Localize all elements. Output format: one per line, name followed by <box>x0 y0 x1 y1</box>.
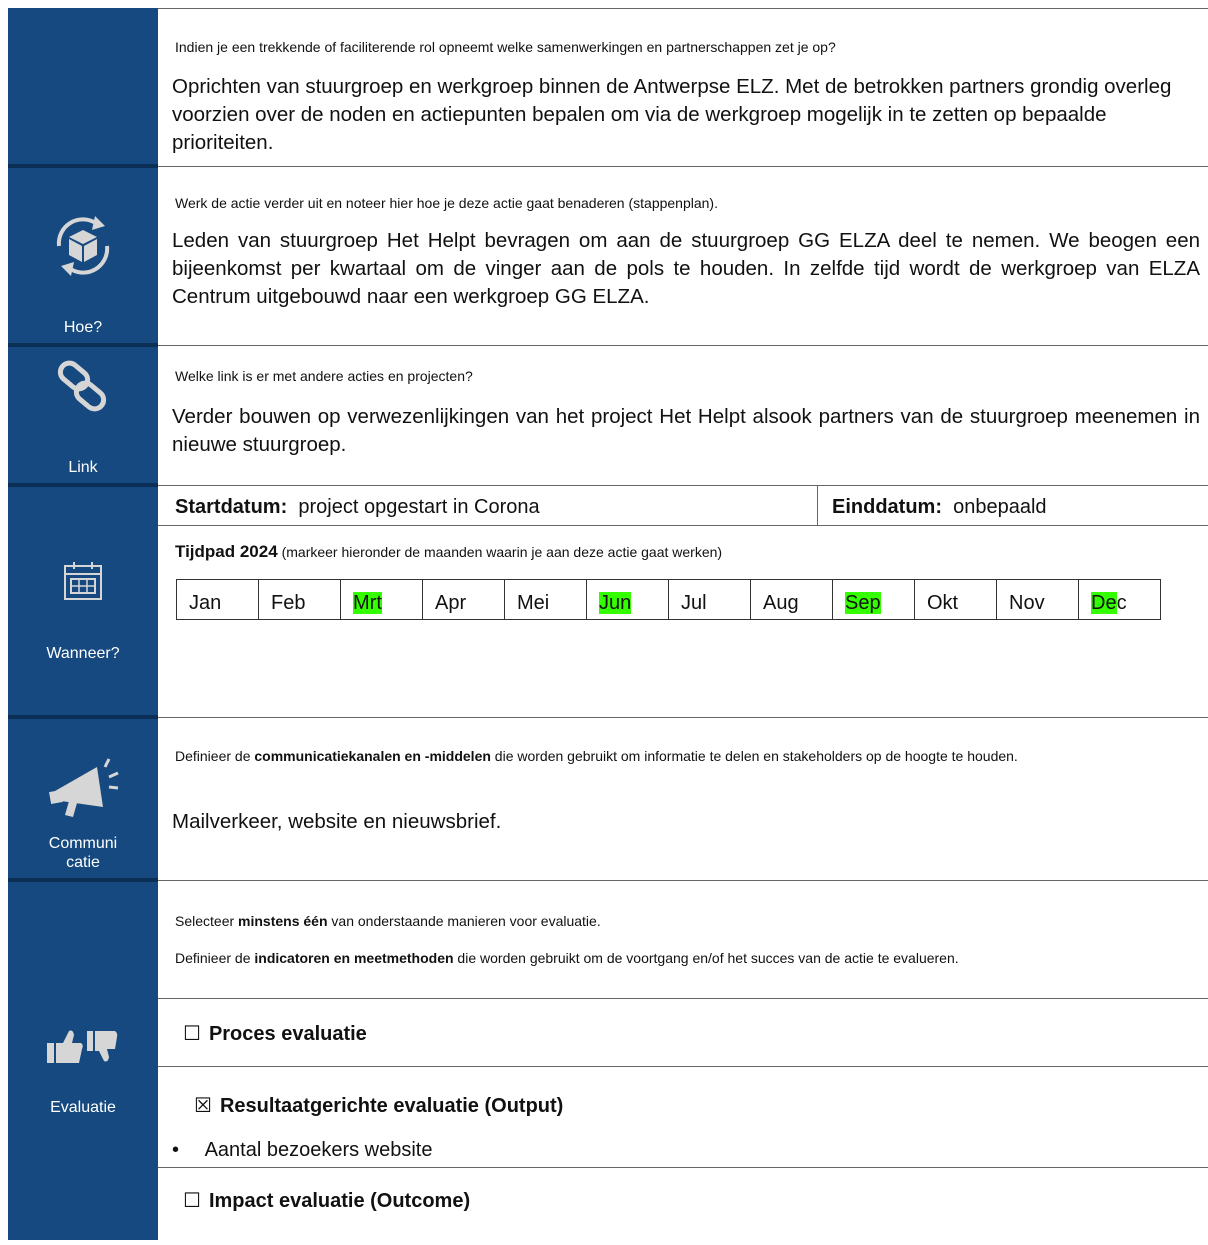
month-label: Sep <box>845 592 881 614</box>
sidebar-cell-communicatie: Communicatie <box>8 717 158 880</box>
eval-q1-bold: minstens één <box>238 913 328 929</box>
samenwerking-question: Indien je een trekkende of faciliterende… <box>175 39 836 55</box>
tijdpad-note: (markeer hieronder de maanden waarin je … <box>281 544 723 560</box>
month-cell: Aug <box>750 579 833 620</box>
month-cell: Jun <box>586 579 669 620</box>
wanneer-cell: Startdatum: project opgestart in Corona … <box>158 485 1208 717</box>
communicatie-question-bold: communicatiekanalen en -middelen <box>254 748 491 764</box>
month-label: Nov <box>1009 592 1045 614</box>
link-label: Link <box>68 459 98 476</box>
sidebar-cell-link: Link <box>8 345 158 485</box>
evaluatie-label: Evaluatie <box>50 1099 116 1116</box>
action-form: Indien je een trekkende of faciliterende… <box>8 8 1208 1240</box>
evaluatie-question-2: Definieer de indicatoren en meetmethoden… <box>175 949 1200 968</box>
month-label: Mei <box>517 592 550 614</box>
einddatum-field: Einddatum: onbepaald <box>818 486 1208 526</box>
month-label-dec-highlight: De <box>1091 592 1117 614</box>
month-label: Jun <box>599 592 632 614</box>
einddatum-label: Einddatum: <box>832 496 942 518</box>
communicatie-question-post: die worden gebruikt om informatie te del… <box>490 748 1018 764</box>
hoe-question: Werk de actie verder uit en noteer hier … <box>175 195 718 211</box>
wanneer-label: Wanneer? <box>46 645 120 662</box>
samenwerking-answer: Oprichten van stuurgroep en werkgroep bi… <box>172 75 1172 154</box>
bullet-item: • Aantal bezoekers website <box>158 1135 1208 1167</box>
link-answer: Verder bouwen op verwezenlijkingen van h… <box>172 405 1200 456</box>
box-cycle-icon <box>8 208 158 289</box>
months-table: Jan Feb Mrt Apr Mei Jun Jul Aug Sep Okt … <box>176 579 1161 620</box>
checkbox-icon-unchecked[interactable]: ☐ <box>183 1021 201 1046</box>
samenwerking-cell: Indien je een trekkende of faciliterende… <box>158 8 1208 166</box>
eval-q2-bold: indicatoren en meetmethoden <box>254 950 454 966</box>
month-cell: Jul <box>668 579 751 620</box>
month-cell: Jan <box>176 579 259 620</box>
month-cell: Dec <box>1078 579 1161 620</box>
tijdpad-heading: Tijdpad 2024 (markeer hieronder de maand… <box>175 542 722 562</box>
month-label: Jul <box>681 592 707 614</box>
hoe-answer: Leden van stuurgroep Het Helpt bevragen … <box>172 229 1200 308</box>
eval-q2-post: die worden gebruikt om de voortgang en/o… <box>453 950 959 966</box>
bullet-text: Aantal bezoekers website <box>204 1139 433 1161</box>
hoe-cell: Werk de actie verder uit en noteer hier … <box>158 166 1208 345</box>
option-resultaat-label: Resultaatgerichte evaluatie (Output) <box>219 1095 564 1117</box>
link-question: Welke link is er met andere acties en pr… <box>175 368 473 384</box>
startdatum-field: Startdatum: project opgestart in Corona <box>158 486 818 526</box>
month-label: Mrt <box>353 592 382 614</box>
month-label-dec-rest: c <box>1116 592 1127 614</box>
sidebar-cell-wanneer: Wanneer? <box>8 485 158 717</box>
option-impact-label: Impact evaluatie (Outcome) <box>208 1190 471 1212</box>
checkbox-icon-unchecked[interactable]: ☐ <box>183 1188 201 1213</box>
eval-q2-pre: Definieer de <box>175 950 255 966</box>
eval-q1-post: van onderstaande manieren voor evaluatie… <box>327 913 601 929</box>
option-proces[interactable]: ☐ Proces evaluatie <box>158 998 1208 1067</box>
communicatie-label: Communicatie <box>48 835 118 871</box>
month-cell: Okt <box>914 579 997 620</box>
sidebar-cell-hoe: Hoe? <box>8 166 158 345</box>
tijdpad-label: Tijdpad 2024 <box>175 542 278 561</box>
month-label: Aug <box>763 592 799 614</box>
month-cell: Sep <box>832 579 915 620</box>
sidebar-cell-samenwerking <box>8 8 158 166</box>
communicatie-answer: Mailverkeer, website en nieuwsbrief. <box>172 810 502 833</box>
communicatie-question-pre: Definieer de <box>175 748 255 764</box>
communicatie-cell: Definieer de communicatiekanalen en -mid… <box>158 717 1208 880</box>
megaphone-icon <box>8 753 158 828</box>
evaluatie-question-1: Selecteer minstens één van onderstaande … <box>175 913 601 929</box>
calendar-icon <box>8 559 158 608</box>
einddatum-value: onbepaald <box>953 496 1047 518</box>
month-cell: Nov <box>996 579 1079 620</box>
bullet-icon: • <box>172 1139 180 1161</box>
startdatum-label: Startdatum: <box>175 496 288 518</box>
month-label: Okt <box>927 592 959 614</box>
eval-q1-pre: Selecteer <box>175 913 239 929</box>
option-resultaat[interactable]: ☒ Resultaatgerichte evaluatie (Output) <box>158 1066 1208 1136</box>
chain-link-icon <box>8 357 158 422</box>
hoe-label: Hoe? <box>63 319 103 336</box>
month-cell: Feb <box>258 579 341 620</box>
month-cell: Apr <box>422 579 505 620</box>
month-label: Feb <box>271 592 306 614</box>
month-cell: Mrt <box>340 579 423 620</box>
month-cell: Mei <box>504 579 587 620</box>
evaluatie-cell: Selecteer minstens één van onderstaande … <box>158 880 1208 1240</box>
link-cell: Welke link is er met andere acties en pr… <box>158 345 1208 485</box>
option-proces-label: Proces evaluatie <box>208 1023 367 1045</box>
month-label: Jan <box>189 592 222 614</box>
month-label: Apr <box>435 592 467 614</box>
communicatie-question: Definieer de communicatiekanalen en -mid… <box>175 746 1200 766</box>
sidebar-cell-evaluatie: Evaluatie <box>8 880 158 1240</box>
option-impact[interactable]: ☐ Impact evaluatie (Outcome) <box>158 1167 1208 1242</box>
startdatum-value: project opgestart in Corona <box>298 496 540 518</box>
checkbox-icon-checked[interactable]: ☒ <box>194 1093 212 1118</box>
thumbs-up-down-icon <box>8 1027 158 1072</box>
